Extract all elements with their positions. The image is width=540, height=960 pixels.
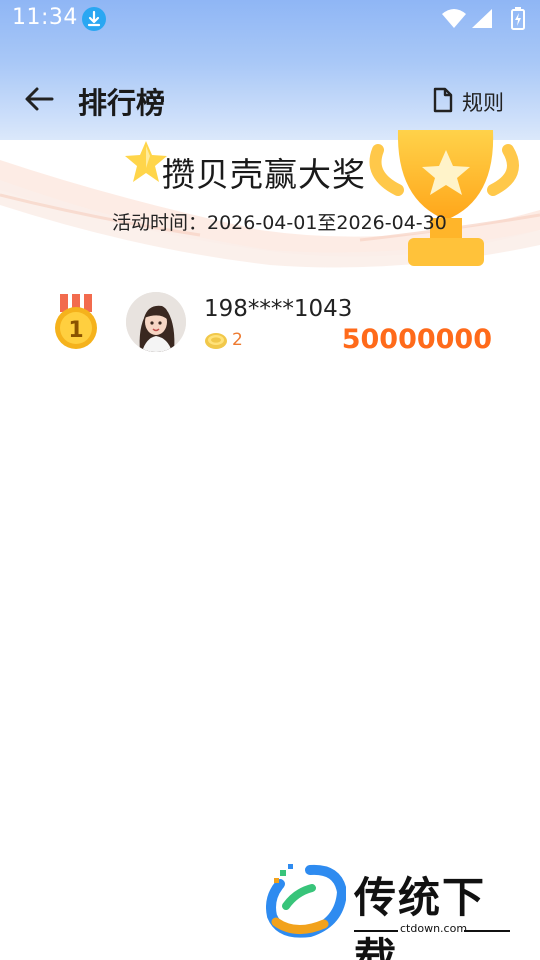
download-icon: [82, 7, 106, 31]
battery-charging-icon: [511, 7, 525, 30]
user-name: 198****1043: [204, 296, 353, 322]
leaderboard-row[interactable]: 1 198****1043 2 50000000: [0, 282, 540, 362]
coin-count: 2: [232, 330, 243, 350]
page-title: 排行榜: [78, 86, 166, 120]
status-bar: 11:34: [0, 0, 540, 38]
promo-banner: 攒贝壳赢大奖 活动时间：2026-04-01至2026-04-30: [0, 120, 540, 280]
document-icon: [432, 87, 454, 113]
wifi-icon: [442, 9, 466, 28]
arrow-left-icon[interactable]: [22, 84, 56, 114]
shell-coin-icon: [204, 330, 228, 350]
promo-title: 攒贝壳赢大奖: [162, 155, 366, 194]
rank-number: 1: [68, 318, 83, 343]
signal-icon: [472, 9, 492, 28]
trophy-icon: [369, 130, 519, 266]
watermark: 传统下载 ctdown.com: [266, 858, 516, 960]
watermark-url: ctdown.com: [400, 922, 468, 935]
status-time: 11:34: [12, 5, 78, 30]
watermark-divider: [354, 930, 398, 932]
score: 50000000: [341, 324, 492, 355]
status-icons: [440, 6, 530, 32]
gold-medal-icon: 1: [52, 292, 100, 352]
rules-label: 规则: [462, 91, 504, 115]
watermark-brand: 传统下载: [354, 873, 487, 960]
avatar[interactable]: [126, 292, 186, 352]
promo-period: 活动时间：2026-04-01至2026-04-30: [112, 212, 447, 234]
watermark-logo-icon: [266, 864, 346, 938]
watermark-divider: [464, 930, 510, 932]
rules-button[interactable]: 规则: [432, 86, 522, 116]
